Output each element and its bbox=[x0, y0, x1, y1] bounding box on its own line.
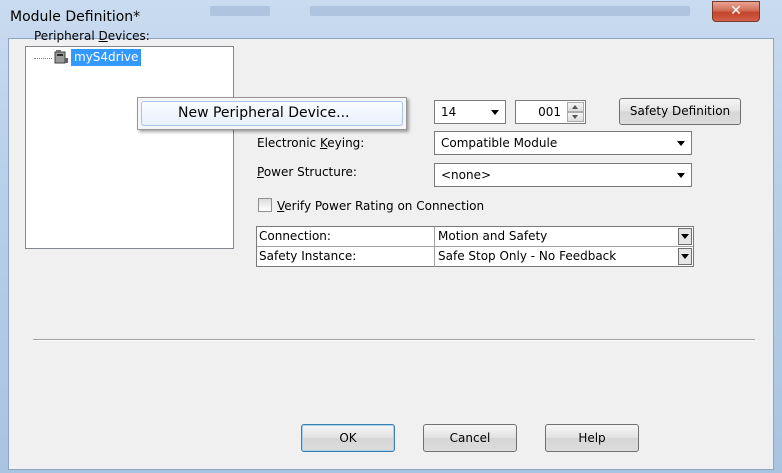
tree-connector-line bbox=[34, 58, 52, 59]
spin-up-button[interactable] bbox=[567, 102, 584, 112]
chevron-down-icon bbox=[681, 234, 689, 239]
electronic-keying-label: Electronic Keying: bbox=[257, 136, 365, 150]
connection-value: Motion and Safety bbox=[438, 229, 548, 243]
safety-instance-value: Safe Stop Only - No Feedback bbox=[438, 249, 617, 263]
chevron-down-icon bbox=[681, 254, 689, 259]
help-button[interactable]: Help bbox=[545, 424, 639, 452]
safety-instance-value-cell[interactable]: Safe Stop Only - No Feedback bbox=[435, 247, 693, 267]
arrow-down-icon bbox=[572, 115, 578, 119]
arrow-up-icon bbox=[572, 105, 578, 109]
peripheral-devices-tree[interactable]: myS4drive bbox=[25, 46, 234, 249]
verify-power-rating-checkbox[interactable] bbox=[258, 198, 272, 212]
chevron-down-icon bbox=[677, 141, 685, 146]
chevron-down-icon bbox=[677, 173, 685, 178]
close-icon: ✕ bbox=[730, 3, 742, 19]
power-structure-label: Power Structure: bbox=[257, 165, 357, 179]
grid-row-connection: Connection: Motion and Safety bbox=[257, 227, 693, 247]
background-title-blur bbox=[210, 6, 270, 16]
separator-line bbox=[33, 339, 755, 341]
menu-item-new-peripheral-device[interactable]: New Peripheral Device... bbox=[141, 101, 403, 126]
tree-item-mys4drive[interactable]: myS4drive bbox=[71, 49, 142, 66]
power-structure-value: <none> bbox=[441, 168, 492, 182]
ok-button[interactable]: OK bbox=[301, 424, 395, 452]
cancel-button[interactable]: Cancel bbox=[423, 424, 517, 452]
revision-minor-stepper[interactable]: 001 bbox=[515, 100, 586, 124]
chevron-down-icon bbox=[491, 110, 499, 115]
electronic-keying-select[interactable]: Compatible Module bbox=[434, 131, 692, 155]
connection-key: Connection: bbox=[257, 227, 435, 247]
safety-definition-button[interactable]: Safety Definition bbox=[619, 98, 741, 125]
grid-row-safety-instance: Safety Instance: Safe Stop Only - No Fee… bbox=[257, 247, 693, 267]
connection-property-grid: Connection: Motion and Safety Safety Ins… bbox=[256, 226, 694, 267]
background-title-blur bbox=[310, 6, 690, 16]
context-menu: New Peripheral Device... bbox=[137, 97, 407, 130]
connection-dropdown-button[interactable] bbox=[678, 228, 692, 245]
revision-major-value: 14 bbox=[441, 105, 457, 119]
safety-instance-dropdown-button[interactable] bbox=[678, 248, 692, 265]
power-structure-select[interactable]: <none> bbox=[434, 163, 692, 187]
peripheral-devices-label: Peripheral Devices: bbox=[34, 29, 150, 43]
verify-power-rating-label: Verify Power Rating on Connection bbox=[277, 199, 485, 213]
drive-module-icon bbox=[54, 50, 68, 64]
revision-major-select[interactable]: 14 bbox=[434, 100, 506, 124]
window-title: Module Definition* bbox=[10, 9, 141, 25]
electronic-keying-value: Compatible Module bbox=[441, 136, 558, 150]
safety-instance-key: Safety Instance: bbox=[257, 247, 435, 267]
close-button[interactable]: ✕ bbox=[712, 1, 760, 22]
connection-value-cell[interactable]: Motion and Safety bbox=[435, 227, 693, 247]
revision-minor-value: 001 bbox=[538, 105, 561, 119]
spin-down-button[interactable] bbox=[567, 112, 584, 122]
